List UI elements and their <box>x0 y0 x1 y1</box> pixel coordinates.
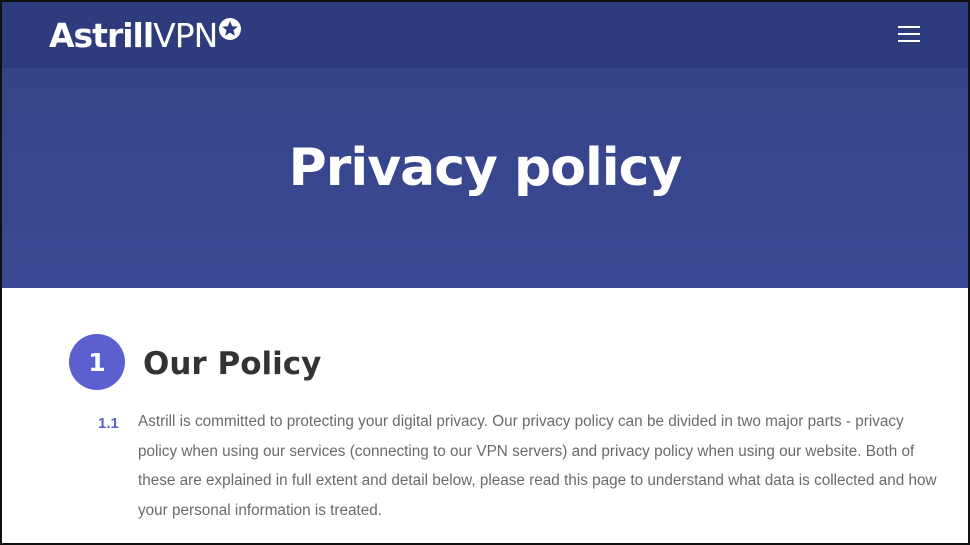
hamburger-menu-icon[interactable] <box>895 24 925 46</box>
logo-wordmark: AstrillVPN <box>49 16 218 56</box>
page-title: Privacy policy <box>288 138 683 198</box>
browser-viewport: AstrillVPN Privacy policy 1 Our Policy 1… <box>0 0 970 545</box>
star-badge-icon <box>219 18 242 40</box>
top-navigation-bar: AstrillVPN <box>2 2 968 68</box>
paragraph-number: 1.1 <box>98 415 119 432</box>
astrill-vpn-logo[interactable]: AstrillVPN <box>49 16 242 56</box>
section-number-badge: 1 <box>69 334 125 390</box>
policy-content: 1 Our Policy 1.1 Astrill is committed to… <box>2 288 968 543</box>
menu-bar-middle <box>898 33 920 35</box>
section-title: Our Policy <box>143 346 322 382</box>
hero-banner: Privacy policy <box>2 68 968 288</box>
menu-bar-bottom <box>898 40 920 42</box>
logo-brand-name: Astrill <box>49 16 154 55</box>
menu-bar-top <box>898 26 920 28</box>
logo-product-name: VPN <box>153 16 218 55</box>
paragraph-text: Astrill is committed to protecting your … <box>138 413 937 519</box>
